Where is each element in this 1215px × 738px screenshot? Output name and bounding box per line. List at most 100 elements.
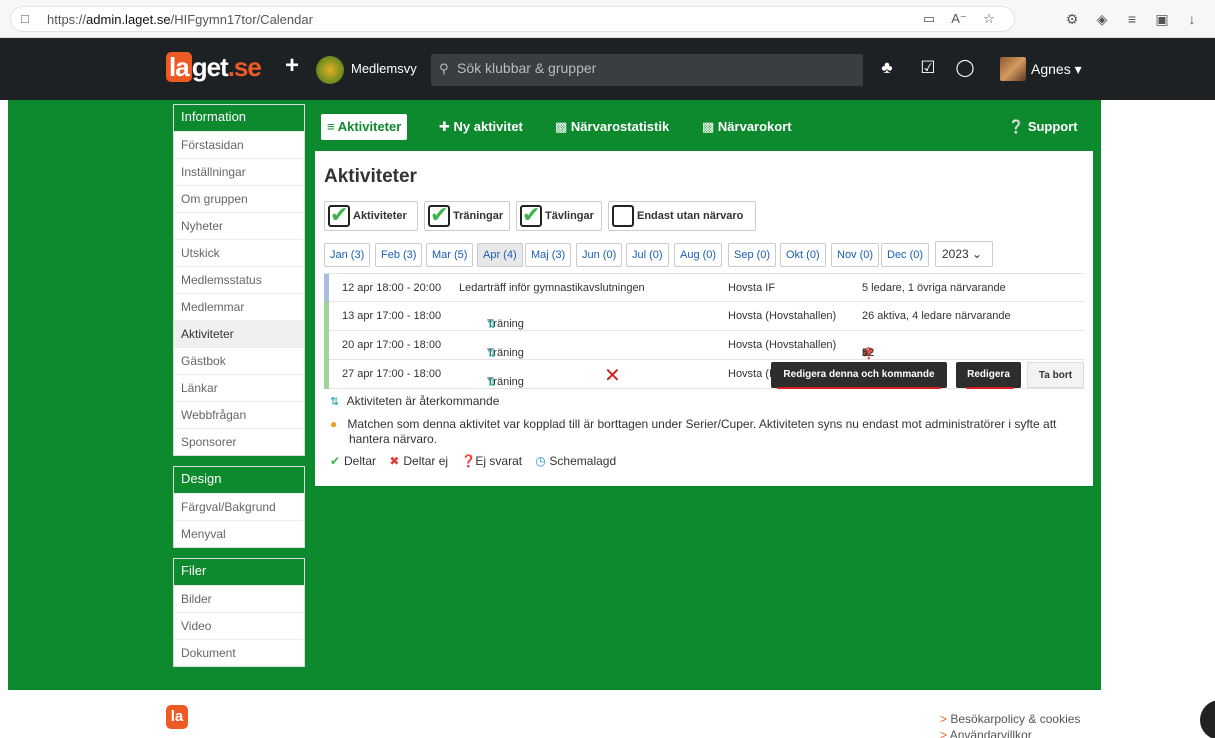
sidebar-item-nyheter[interactable]: Nyheter	[174, 212, 304, 239]
sidebar-item-bilder[interactable]: Bilder	[174, 585, 304, 612]
tab-bar: ≡ Aktiviteter ✚ Ny aktivitet ▩ Närvarost…	[315, 102, 1093, 151]
activity-date: 12 apr 18:00 - 20:00	[342, 282, 442, 294]
activity-place: Hovsta (I	[728, 368, 773, 380]
user-avatar[interactable]	[1000, 57, 1026, 81]
page-title: Aktiviteter	[324, 166, 417, 187]
create-plus-icon[interactable]: +	[285, 54, 299, 78]
month-mar[interactable]: Mar (5)	[426, 243, 474, 267]
activity-type-bar	[324, 360, 329, 389]
extensions-puzzle-icon[interactable]: ◈	[1087, 8, 1117, 30]
privacy-link[interactable]: > Besökarpolicy & cookies	[940, 711, 1080, 727]
search-input[interactable]	[457, 60, 857, 76]
month-sep[interactable]: Sep (0)	[728, 243, 777, 267]
activity-place: Hovsta IF	[728, 282, 776, 294]
filter-competitions[interactable]: ✔ Tävlingar	[516, 201, 602, 231]
sidebar-item-medlemmar[interactable]: Medlemmar	[174, 293, 304, 320]
filter-trainings[interactable]: ✔ Träningar	[424, 201, 510, 231]
question-icon: ❔	[1008, 119, 1028, 134]
page-info-icon[interactable]: □	[21, 12, 35, 26]
footer-links: > Besökarpolicy & cookies > Användarvill…	[940, 711, 1080, 738]
filter-activities[interactable]: ✔ Aktiviteter	[324, 201, 418, 231]
month-jul[interactable]: Jul (0)	[626, 243, 669, 267]
user-menu[interactable]: Agnes ▾	[1031, 61, 1082, 78]
delete-button[interactable]: Ta bort	[1027, 362, 1084, 388]
month-nov[interactable]: Nov (0)	[831, 243, 880, 267]
sidebar-item-forstasidan[interactable]: Förstasidan	[174, 131, 304, 158]
read-aloud-icon[interactable]: A⁻	[944, 11, 974, 27]
month-jun[interactable]: Jun (0)	[576, 243, 623, 267]
recurring-icon: ⇅	[487, 348, 497, 360]
month-maj[interactable]: Maj (3)	[525, 243, 572, 267]
terms-link[interactable]: > Användarvillkor	[940, 727, 1080, 738]
sidebar-item-fargval[interactable]: Färgval/Bakgrund	[174, 493, 304, 520]
chat-bubble-button[interactable]	[1200, 700, 1215, 738]
activity-title[interactable]: Ledarträff inför gymnastikavslutningen	[459, 282, 645, 294]
tasks-checkbox-icon[interactable]: ☑	[918, 58, 938, 78]
support-link[interactable]: ❔ Support	[1008, 114, 1078, 140]
laget-logo[interactable]: la get.se	[166, 52, 262, 82]
footer-logo[interactable]: la	[166, 705, 188, 729]
activity-attendance[interactable]: 5 ledare, 1 övriga närvarande	[862, 282, 1006, 294]
month-jan[interactable]: Jan (3)	[324, 243, 371, 267]
main-panel: ≡ Aktiviteter ✚ Ny aktivitet ▩ Närvarost…	[315, 102, 1093, 486]
sidebar-item-medlemsstatus[interactable]: Medlemsstatus	[174, 266, 304, 293]
sidebar-item-sponsorer[interactable]: Sponsorer	[174, 428, 304, 455]
member-view-link[interactable]: Medlemsvy	[351, 61, 417, 76]
sidebar-item-menyval[interactable]: Menyval	[174, 520, 304, 547]
sidebar-item-webbfragan[interactable]: Webbfrågan	[174, 401, 304, 428]
collections-icon[interactable]: ▣	[1147, 8, 1177, 30]
checkbox-checked-icon: ✔	[328, 202, 350, 227]
bar-chart-icon: ▩	[702, 119, 718, 134]
deleted-match-warning: ● Matchen som denna aktivitet var koppla…	[330, 417, 1057, 446]
clock-icon: ◷	[535, 454, 546, 468]
activity-attendance[interactable]: 26 aktiva, 4 ledare närvarande	[862, 310, 1011, 322]
sidebar-heading-information: Information	[174, 105, 304, 131]
activity-row[interactable]: 13 apr 17:00 - 18:00 Träning ⇅ Hovsta (H…	[324, 302, 1084, 331]
filter-without-attendance[interactable]: Endast utan närvaro	[608, 201, 756, 231]
activity-row[interactable]: 20 apr 17:00 - 18:00 Träning ⇅ Hovsta (H…	[324, 331, 1084, 371]
sidebar-information: Information Förstasidan Inställningar Om…	[173, 104, 305, 456]
sidebar-item-lankar[interactable]: Länkar	[174, 374, 304, 401]
tab-new-activity[interactable]: ✚ Ny aktivitet	[439, 114, 523, 140]
favorite-add-icon[interactable]: ☆	[974, 11, 1004, 27]
activity-type-bar	[324, 331, 329, 360]
checkbox-empty-icon	[612, 205, 634, 227]
tab-attendance-stats[interactable]: ▩ Närvarostatistik	[555, 114, 669, 140]
checkbox-checked-icon: ✔	[520, 202, 542, 227]
tab-attendance-card[interactable]: ▩ Närvarokort	[702, 114, 792, 140]
downloads-icon[interactable]: ↓	[1177, 8, 1207, 30]
month-feb[interactable]: Feb (3)	[375, 243, 423, 267]
favorites-icon[interactable]: ≡	[1117, 8, 1147, 30]
club-avatar[interactable]	[316, 56, 344, 84]
sidebar-item-installningar[interactable]: Inställningar	[174, 158, 304, 185]
month-dec[interactable]: Dec (0)	[881, 243, 930, 267]
edit-button[interactable]: Redigera	[956, 362, 1021, 388]
tab-activities[interactable]: ≡ Aktiviteter	[321, 114, 408, 140]
sidebar-item-utskick[interactable]: Utskick	[174, 239, 304, 266]
sidebar-heading-files: Filer	[174, 559, 304, 585]
edit-this-and-following-button[interactable]: Redigera denna och kommande	[771, 362, 947, 388]
month-apr[interactable]: Apr (4)	[477, 243, 523, 267]
bell-icon[interactable]: ♣	[877, 58, 897, 78]
activity-type-bar	[324, 302, 329, 331]
app-available-icon[interactable]: ▭	[914, 11, 944, 27]
checkbox-checked-icon: ✔	[428, 202, 450, 227]
sidebar-item-om-gruppen[interactable]: Om gruppen	[174, 185, 304, 212]
sidebar-item-gastbok[interactable]: Gästbok	[174, 347, 304, 374]
activity-row[interactable]: 12 apr 18:00 - 20:00 Ledarträff inför gy…	[324, 273, 1084, 303]
red-underline-annotation	[966, 387, 1014, 389]
search-box[interactable]: ⚲	[431, 54, 863, 86]
month-aug[interactable]: Aug (0)	[674, 243, 723, 267]
activity-place: Hovsta (Hovstahallen)	[728, 339, 837, 351]
sidebar-item-aktiviteter[interactable]: Aktiviteter	[174, 320, 304, 347]
month-okt[interactable]: Okt (0)	[780, 243, 826, 267]
warning-icon: ●	[330, 417, 338, 431]
address-bar[interactable]: □ https://admin.laget.se/HIFgymn17tor/Ca…	[10, 6, 1015, 32]
activity-date: 27 apr 17:00 - 18:00	[342, 368, 442, 380]
extension-icon[interactable]: ⚙	[1057, 8, 1087, 30]
recurring-icon: ⇅	[330, 396, 340, 408]
year-select[interactable]: 2023 ⌄	[935, 241, 993, 267]
sidebar-item-dokument[interactable]: Dokument	[174, 639, 304, 666]
shield-icon[interactable]: ◯	[955, 58, 975, 78]
sidebar-item-video[interactable]: Video	[174, 612, 304, 639]
